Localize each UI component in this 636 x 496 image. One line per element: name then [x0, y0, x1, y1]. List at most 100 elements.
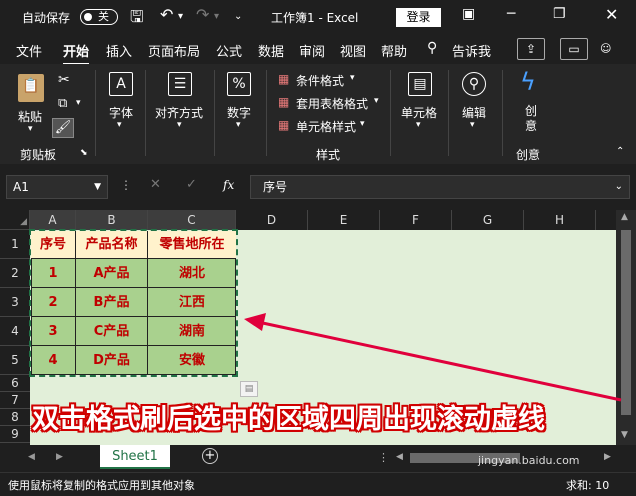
cell-style-dropdown-icon[interactable]: ▾ [360, 119, 365, 129]
scroll-left-icon[interactable]: ◀ [396, 452, 403, 462]
more-icon: ⋮ [120, 178, 132, 192]
tab-page-layout[interactable]: 页面布局 [148, 41, 200, 60]
comment-icon[interactable]: ▭ [560, 38, 588, 60]
share-icon[interactable]: ⇪ [517, 38, 545, 60]
paste-icon[interactable]: 📋 [18, 74, 44, 102]
column-header-c[interactable]: C [148, 210, 236, 230]
name-box[interactable]: A1 ▼ [6, 175, 108, 199]
tab-formulas[interactable]: 公式 [216, 41, 242, 60]
table-format-icon[interactable]: ▦ [278, 95, 289, 109]
cell-style-label[interactable]: 单元格样式 [296, 118, 356, 135]
creative-label[interactable]: 创意 [524, 104, 538, 134]
table-format-dropdown-icon[interactable]: ▾ [374, 96, 379, 106]
column-header-f[interactable]: F [380, 210, 452, 230]
enter-icon[interactable]: ✓ [186, 177, 197, 192]
sheet-tab-sheet1[interactable]: Sheet1 [100, 445, 170, 469]
tab-split-icon[interactable]: ⋮ [378, 451, 389, 464]
tab-home[interactable]: 开始 [63, 41, 90, 66]
insert-function-icon[interactable]: fx [223, 178, 234, 192]
undo-dropdown-icon[interactable]: ▾ [178, 11, 183, 22]
row-header-6[interactable]: 6 [0, 375, 30, 392]
edit-label[interactable]: 编辑 [462, 104, 486, 121]
lightning-icon[interactable]: ϟ [520, 68, 536, 96]
ribbon-separator [448, 70, 449, 156]
name-box-dropdown-icon[interactable]: ▼ [94, 176, 101, 198]
alignment-icon[interactable]: ☰ [168, 72, 192, 96]
tab-tell-me[interactable]: 告诉我 [452, 41, 491, 60]
format-painter-icon[interactable]: 🖌 [52, 118, 74, 138]
select-all-corner[interactable]: ◢ [0, 210, 30, 230]
conditional-format-icon[interactable]: ▦ [278, 72, 289, 86]
cells-icon[interactable]: ▤ [408, 72, 432, 96]
row-header-1[interactable]: 1 [0, 230, 30, 259]
number-label[interactable]: 数字 [227, 104, 251, 121]
number-dropdown-icon[interactable]: ▾ [236, 120, 241, 130]
row-header-4[interactable]: 4 [0, 317, 30, 346]
tab-file[interactable]: 文件 [16, 41, 42, 60]
next-sheet-icon[interactable]: ▶ [56, 452, 63, 462]
undo-icon[interactable]: ↶ [160, 5, 173, 24]
font-dropdown-icon[interactable]: ▾ [117, 120, 122, 130]
redo-dropdown-icon[interactable]: ▾ [214, 11, 219, 22]
row-header-2[interactable]: 2 [0, 259, 30, 288]
copy-icon[interactable]: ⧉ [58, 96, 67, 111]
find-icon[interactable]: ⚲ [462, 72, 486, 96]
row-header-7[interactable]: 7 [0, 392, 30, 409]
expand-formula-icon[interactable]: ⌄ [615, 176, 623, 198]
save-icon[interactable]: 🖫 [130, 6, 144, 33]
ribbon-display-icon[interactable]: ▣ [462, 6, 475, 22]
tab-view[interactable]: 视图 [340, 41, 366, 60]
scroll-up-icon[interactable]: ▲ [621, 212, 628, 222]
column-header-a[interactable]: A [30, 210, 76, 230]
row-header-3[interactable]: 3 [0, 288, 30, 317]
close-icon[interactable]: ✕ [605, 5, 618, 24]
cancel-icon[interactable]: ✕ [150, 177, 161, 192]
tab-insert[interactable]: 插入 [106, 41, 132, 60]
column-header-h[interactable]: H [524, 210, 596, 230]
login-button[interactable]: 登录 [396, 8, 441, 27]
paste-label[interactable]: 粘贴 [18, 108, 42, 125]
percent-icon[interactable]: % [227, 72, 251, 96]
row-header-5[interactable]: 5 [0, 346, 30, 375]
customize-qat-icon[interactable]: ⌄ [234, 11, 242, 22]
column-header-e[interactable]: E [308, 210, 380, 230]
table-format-label[interactable]: 套用表格格式 [296, 95, 368, 112]
column-header-g[interactable]: G [452, 210, 524, 230]
restore-icon[interactable]: ❐ [553, 6, 566, 22]
clipboard-launcher-icon[interactable]: ⬊ [80, 148, 88, 158]
tab-help[interactable]: 帮助 [381, 41, 407, 60]
row-header-8[interactable]: 8 [0, 409, 30, 426]
ribbon-tab-bar: 文件 开始 插入 页面布局 公式 数据 审阅 视图 帮助 ⚲ 告诉我 ⇪ ▭ ☺ [0, 34, 636, 66]
edit-dropdown-icon[interactable]: ▾ [470, 120, 475, 130]
scroll-down-icon[interactable]: ▼ [621, 430, 628, 440]
search-icon[interactable]: ⚲ [427, 40, 437, 56]
font-icon[interactable]: A [109, 72, 133, 96]
column-header-d[interactable]: D [236, 210, 308, 230]
collapse-ribbon-icon[interactable]: ⌃ [616, 146, 624, 157]
tab-review[interactable]: 审阅 [299, 41, 325, 60]
add-sheet-icon[interactable]: + [202, 448, 218, 464]
prev-sheet-icon[interactable]: ◀ [28, 452, 35, 462]
row-header-9[interactable]: 9 [0, 426, 30, 443]
conditional-format-label[interactable]: 条件格式 [296, 72, 344, 89]
cells-dropdown-icon[interactable]: ▾ [416, 120, 421, 130]
cells-label[interactable]: 单元格 [401, 104, 437, 121]
redo-icon[interactable]: ↷ [196, 5, 209, 24]
cut-icon[interactable]: ✂ [58, 72, 70, 88]
cell-style-icon[interactable]: ▦ [278, 118, 289, 132]
paste-dropdown-icon[interactable]: ▾ [28, 124, 33, 134]
conditional-format-dropdown-icon[interactable]: ▾ [350, 73, 355, 83]
copy-dropdown-icon[interactable]: ▾ [76, 98, 81, 108]
minimize-icon[interactable]: ─ [507, 6, 515, 22]
font-label[interactable]: 字体 [109, 104, 133, 121]
ribbon-options-icon[interactable]: ☺ [600, 42, 611, 55]
autosave-label: 自动保存 [22, 11, 71, 25]
scroll-right-icon[interactable]: ▶ [604, 452, 611, 462]
column-header-b[interactable]: B [76, 210, 148, 230]
title-bar: 自动保存 关 🖫 ↶ ▾ ↷ ▾ ⌄ 工作簿1 - Excel 登录 ▣ ─ ❐… [0, 0, 636, 34]
alignment-label[interactable]: 对齐方式 [155, 104, 203, 121]
tab-data[interactable]: 数据 [258, 41, 284, 60]
alignment-dropdown-icon[interactable]: ▾ [177, 120, 182, 130]
autosave-toggle[interactable]: 关 [80, 9, 118, 25]
formula-input[interactable]: 序号 ⌄ [250, 175, 630, 199]
